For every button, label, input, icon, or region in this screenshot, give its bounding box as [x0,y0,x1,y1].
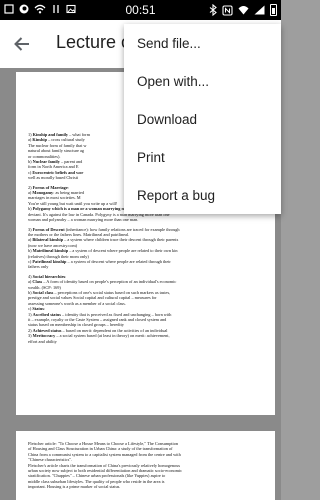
nfc-icon [222,4,233,16]
page-2-text-line: important. Housing is a prime marker of … [28,484,121,490]
menu-item-open-with[interactable]: Open with... [124,62,281,100]
menu-item-download[interactable]: Download [124,100,281,138]
back-button[interactable] [8,30,36,58]
arrow-back-icon [14,37,29,51]
battery-icon [270,4,277,16]
status-bar: 00:51 [0,0,281,20]
page-1-text-line: effort and ability [28,338,57,344]
status-right-icons [209,4,277,16]
document-page-2: Fleischer article: "To Choose a House Me… [16,431,275,500]
menu-item-report-bug[interactable]: Report a bug [124,176,281,214]
wifi-signal-icon [238,6,249,15]
overflow-menu: Send file... Open with... Download Print… [124,24,281,214]
menu-item-send-file[interactable]: Send file... [124,24,281,62]
menu-item-print[interactable]: Print [124,138,281,176]
page-2-body: Fleischer article: "To Choose a House Me… [28,441,260,490]
cell-signal-icon [254,5,265,15]
bluetooth-icon [209,4,217,16]
